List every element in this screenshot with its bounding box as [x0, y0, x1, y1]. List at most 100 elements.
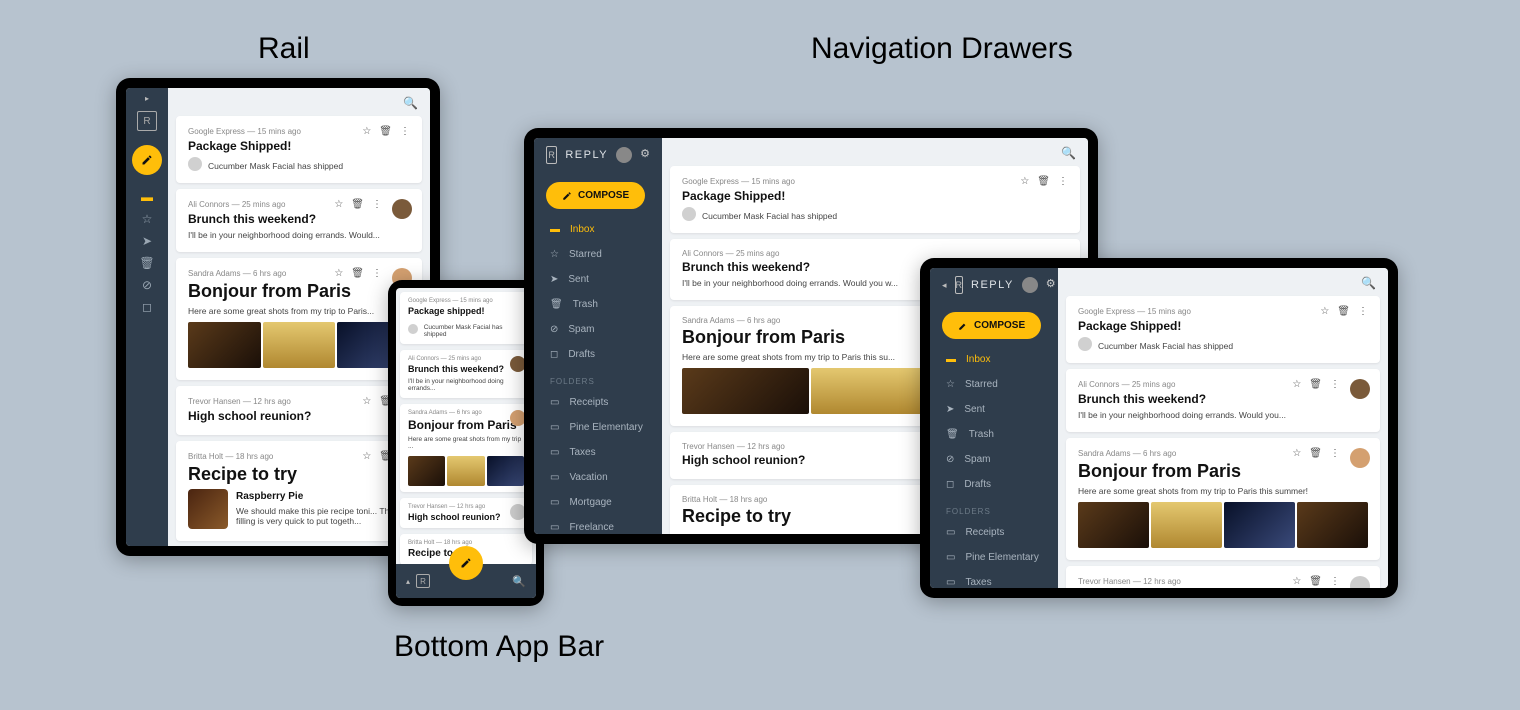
star-icon[interactable]: ☆ — [1292, 576, 1301, 587]
drawer-item-drafts[interactable]: ◻Drafts — [534, 342, 662, 367]
folder-item[interactable]: ▭Taxes — [534, 440, 662, 465]
star-icon[interactable]: ☆ — [362, 396, 371, 407]
inbox-icon[interactable]: ▬ — [139, 189, 155, 205]
drawer-item-starred[interactable]: ☆Starred — [534, 242, 662, 267]
trash-icon[interactable]: 🗑 — [139, 255, 155, 271]
more-icon[interactable]: ⋮ — [372, 268, 382, 279]
star-icon: ☆ — [946, 379, 955, 390]
email-body: Here are some great shots from my trip t… — [188, 306, 410, 316]
chevron-up-icon[interactable]: ▴ — [406, 577, 410, 586]
star-icon[interactable]: ☆ — [334, 268, 343, 279]
email-card[interactable]: Sandra Adams — 6 hrs ago ☆ 🗑 ⋮ Bonjour fro… — [176, 258, 422, 380]
folder-item[interactable]: ▭Freelance — [534, 515, 662, 534]
star-icon[interactable]: ☆ — [1292, 448, 1301, 459]
star-icon[interactable]: ☆ — [139, 211, 155, 227]
email-card[interactable]: Google Express — 15 mins ago ☆🗑⋮ Package… — [176, 116, 422, 183]
trash-icon: 🗑 — [550, 299, 563, 310]
drawer-item-inbox[interactable]: ▬Inbox — [930, 347, 1058, 372]
folder-item[interactable]: ▭Receipts — [534, 390, 662, 415]
email-meta: Sandra Adams — 6 hrs ago — [188, 269, 286, 278]
folder-item[interactable]: ▭Vacation — [534, 465, 662, 490]
email-card[interactable]: Trevor Hansen — 12 hrs ago ☆🗑⋮ High scho… — [1066, 566, 1380, 588]
more-icon[interactable]: ⋮ — [1358, 306, 1368, 317]
star-icon[interactable]: ☆ — [362, 451, 371, 462]
compose-fab[interactable] — [449, 546, 483, 580]
star-icon[interactable]: ☆ — [1320, 306, 1329, 317]
drawer-item-sent[interactable]: ➤Sent — [930, 397, 1058, 422]
compose-button[interactable]: COMPOSE — [546, 182, 645, 209]
star-icon[interactable]: ☆ — [1020, 176, 1029, 187]
email-meta: Google Express — 15 mins ago — [408, 298, 524, 304]
search-icon[interactable]: 🔍 — [512, 575, 526, 588]
gear-icon[interactable]: ⚙ — [640, 147, 650, 163]
email-subject: Bonjour from Paris — [1078, 461, 1368, 482]
spam-icon[interactable]: ⊘ — [139, 277, 155, 293]
star-icon[interactable]: ☆ — [334, 199, 343, 210]
compose-fab[interactable] — [132, 145, 162, 175]
star-icon[interactable]: ☆ — [1292, 379, 1301, 390]
email-card[interactable]: Ali Connors — 25 mins ago ☆🗑⋮ Brunch thi… — [1066, 369, 1380, 432]
folder-item[interactable]: ▭Taxes — [930, 570, 1058, 588]
drafts-icon[interactable]: ◻ — [139, 299, 155, 315]
avatar — [392, 199, 412, 219]
photo-attachments — [408, 456, 524, 486]
more-icon[interactable]: ⋮ — [1330, 379, 1340, 390]
app-logo: R — [955, 276, 964, 294]
search-icon[interactable]: 🔍 — [1361, 276, 1376, 290]
drawer-item-spam[interactable]: ⊘Spam — [534, 317, 662, 342]
email-card[interactable]: Trevor Hansen — 12 hrs ago ☆🗑⋮ High scho… — [176, 386, 422, 435]
folder-item[interactable]: ▭Pine Elementary — [534, 415, 662, 440]
email-card[interactable]: Google Express — 15 mins ago ☆🗑⋮ Package… — [1066, 296, 1380, 363]
drawer-item-drafts[interactable]: ◻Drafts — [930, 472, 1058, 497]
compose-button[interactable]: COMPOSE — [942, 312, 1041, 339]
drawer-item-trash[interactable]: 🗑Trash — [534, 292, 662, 317]
gear-icon[interactable]: ⚙ — [1046, 277, 1056, 293]
email-meta: Sandra Adams — 6 hrs ago — [408, 410, 524, 416]
email-card[interactable]: Trevor Hansen — 12 hrs ago High school r… — [400, 498, 532, 528]
more-icon[interactable]: ⋮ — [372, 199, 382, 210]
delete-icon[interactable]: 🗑 — [351, 268, 364, 279]
email-card[interactable]: Britta Holt — 18 hrs ago ☆🗑⋮ Recipe to t… — [176, 441, 422, 541]
more-icon[interactable]: ⋮ — [1330, 576, 1340, 587]
search-icon[interactable]: 🔍 — [1061, 146, 1076, 160]
drawer-item-trash[interactable]: 🗑Trash — [930, 422, 1058, 447]
delete-icon[interactable]: 🗑 — [1309, 448, 1322, 459]
email-meta: Ali Connors — 25 mins ago — [188, 200, 285, 209]
account-avatar[interactable] — [1022, 277, 1038, 293]
folder-item[interactable]: ▭Mortgage — [534, 490, 662, 515]
folder-icon: ▭ — [946, 577, 955, 588]
chevron-left-icon[interactable]: ◂ — [942, 280, 947, 291]
more-icon[interactable]: ⋮ — [1330, 448, 1340, 459]
folder-item[interactable]: ▭Pine Elementary — [930, 545, 1058, 570]
photo-attachments — [188, 322, 410, 368]
delete-icon[interactable]: 🗑 — [1037, 176, 1050, 187]
email-meta: Ali Connors — 25 mins ago — [408, 356, 524, 362]
delete-icon[interactable]: 🗑 — [1337, 306, 1350, 317]
delete-icon[interactable]: 🗑 — [379, 126, 392, 137]
search-icon[interactable]: 🔍 — [403, 96, 418, 110]
email-card[interactable]: Ali Connors — 25 mins ago ☆🗑⋮ Brunch thi… — [176, 189, 422, 252]
drawer-item-starred[interactable]: ☆Starred — [930, 372, 1058, 397]
app-logo: R — [137, 111, 157, 131]
email-subject: Bonjour from Paris — [188, 281, 410, 302]
star-icon: ☆ — [550, 249, 559, 260]
email-card[interactable]: Sandra Adams — 6 hrs ago ☆🗑⋮ Bonjour fro… — [1066, 438, 1380, 560]
account-avatar[interactable] — [616, 147, 632, 163]
email-card[interactable]: Google Express — 15 mins ago ☆🗑⋮ Package… — [670, 166, 1080, 233]
send-icon[interactable]: ➤ — [139, 233, 155, 249]
drawer-item-inbox[interactable]: ▬Inbox — [534, 217, 662, 242]
star-icon[interactable]: ☆ — [362, 126, 371, 137]
email-card[interactable]: Sandra Adams — 6 hrs ago Bonjour from Pa… — [400, 404, 532, 492]
folder-icon: ▭ — [550, 497, 559, 508]
delete-icon[interactable]: 🗑 — [1309, 379, 1322, 390]
delete-icon[interactable]: 🗑 — [351, 199, 364, 210]
more-icon[interactable]: ⋮ — [1058, 176, 1068, 187]
delete-icon[interactable]: 🗑 — [1309, 576, 1322, 587]
email-card[interactable]: Google Express — 15 mins ago Package shi… — [400, 292, 532, 344]
drawer-item-spam[interactable]: ⊘Spam — [930, 447, 1058, 472]
email-card[interactable]: Ali Connors — 25 mins ago Brunch this we… — [400, 350, 532, 398]
folder-item[interactable]: ▭Receipts — [930, 520, 1058, 545]
menu-icon[interactable]: ▸ — [145, 94, 149, 103]
drawer-item-sent[interactable]: ➤Sent — [534, 267, 662, 292]
avatar — [1350, 379, 1370, 399]
